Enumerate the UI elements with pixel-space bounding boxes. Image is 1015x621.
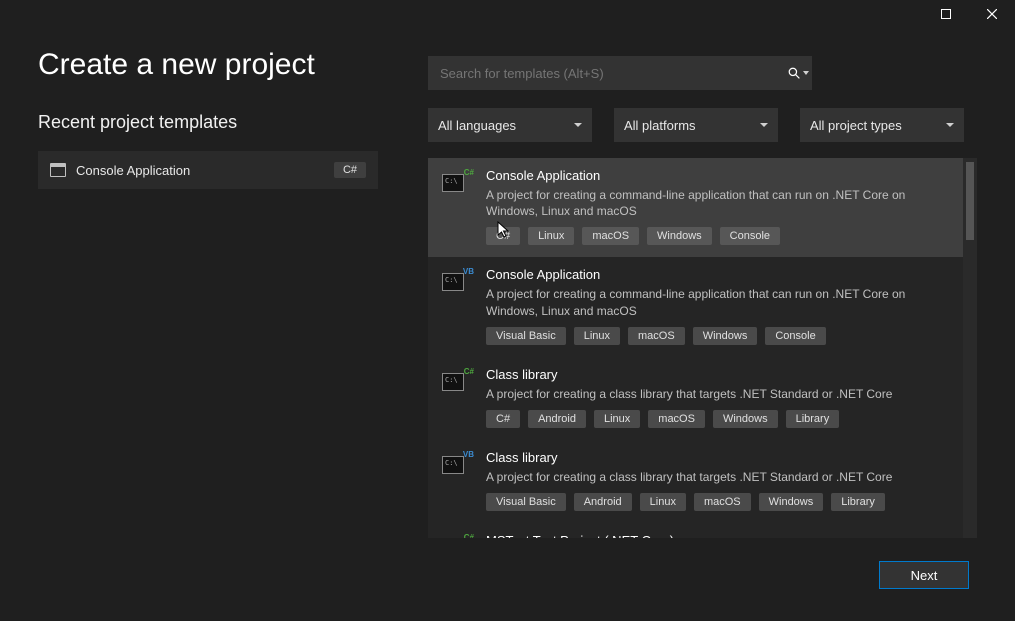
template-body: MSTest Test Project (.NET Core)A project… [486, 533, 949, 538]
filter-platform-dropdown[interactable]: All platforms [614, 108, 778, 142]
template-tags: C# Android Linux macOS Windows Library [486, 410, 949, 428]
template-tag: Linux [528, 227, 574, 245]
template-tags: Visual Basic Android Linux macOS Windows Libr… [486, 493, 949, 511]
template-item[interactable]: C# MSTest Test Project (.NET Core)A proje… [428, 523, 963, 538]
template-description: A project for creating a class library t… [486, 386, 949, 402]
template-title: Class library [486, 367, 949, 382]
language-badge: C# [334, 162, 366, 178]
template-description: A project for creating a command-line ap… [486, 286, 949, 318]
template-tag: Linux [574, 327, 620, 345]
template-description: A project for creating a command-line ap… [486, 187, 949, 219]
recent-template-item[interactable]: Console Application C# [38, 151, 378, 189]
template-tag: Linux [640, 493, 686, 511]
close-icon [987, 9, 997, 19]
template-tag: Console [720, 227, 780, 245]
search-button[interactable] [784, 56, 812, 90]
template-title: MSTest Test Project (.NET Core) [486, 533, 949, 538]
template-tag: Windows [713, 410, 778, 428]
filter-project-type-dropdown[interactable]: All project types [800, 108, 964, 142]
template-description: A project for creating a class library t… [486, 469, 949, 485]
template-tag: macOS [582, 227, 639, 245]
search-options-caret-icon [803, 71, 809, 75]
maximize-button[interactable] [923, 0, 969, 28]
chevron-down-icon [760, 123, 768, 127]
template-icon: VB [442, 452, 472, 480]
console-app-icon [50, 163, 66, 177]
next-button-label: Next [911, 568, 938, 583]
template-item[interactable]: VB Console Application A project for creat… [428, 257, 963, 356]
template-icon: C# [442, 369, 472, 397]
template-tag: Android [574, 493, 632, 511]
chevron-down-icon [946, 123, 954, 127]
template-body: Console Application A project for creatin… [486, 267, 949, 344]
template-tag: macOS [628, 327, 685, 345]
template-tag: Console [765, 327, 825, 345]
template-icon: VB [442, 269, 472, 297]
close-button[interactable] [969, 0, 1015, 28]
maximize-icon [941, 9, 951, 19]
template-item[interactable]: C# Class library A project for creating a … [428, 357, 963, 440]
template-tag: Windows [759, 493, 824, 511]
template-body: Console Application A project for creatin… [486, 168, 949, 245]
template-icon: C# [442, 170, 472, 198]
filter-language-dropdown[interactable]: All languages [428, 108, 592, 142]
template-body: Class library A project for creating a cl… [486, 367, 949, 428]
search-icon [788, 67, 801, 80]
template-body: Class library A project for creating a cl… [486, 450, 949, 511]
template-item[interactable]: VB Class library A project for creating a … [428, 440, 963, 523]
template-tag: Windows [647, 227, 712, 245]
template-tags: C# Linux macOS Windows Console [486, 227, 949, 245]
template-item[interactable]: C# Console Application A project for creat… [428, 158, 963, 257]
template-tag: Visual Basic [486, 493, 566, 511]
search-input[interactable] [428, 56, 784, 90]
filter-platform-label: All platforms [624, 118, 696, 133]
template-title: Console Application [486, 168, 949, 183]
template-tag: macOS [694, 493, 751, 511]
filter-type-label: All project types [810, 118, 902, 133]
template-title: Class library [486, 450, 949, 465]
template-tags: Visual Basic Linux macOS Windows Console [486, 327, 949, 345]
template-tag: Library [786, 410, 840, 428]
template-icon: C# [442, 535, 472, 538]
scrollbar[interactable] [963, 158, 977, 538]
template-tag: Linux [594, 410, 640, 428]
template-tag: C# [486, 410, 520, 428]
titlebar [0, 0, 1015, 30]
template-tag: Visual Basic [486, 327, 566, 345]
template-tag: Windows [693, 327, 758, 345]
scrollbar-thumb[interactable] [966, 162, 974, 240]
template-tag: Android [528, 410, 586, 428]
page-title: Create a new project [38, 48, 378, 82]
filter-language-label: All languages [438, 118, 516, 133]
templates-list: C# Console Application A project for creat… [428, 158, 963, 538]
recent-item-label: Console Application [76, 163, 324, 178]
recent-templates-heading: Recent project templates [38, 112, 378, 133]
template-title: Console Application [486, 267, 949, 282]
template-tag: macOS [648, 410, 705, 428]
template-tag: C# [486, 227, 520, 245]
template-tag: Library [831, 493, 885, 511]
chevron-down-icon [574, 123, 582, 127]
next-button[interactable]: Next [879, 561, 969, 589]
